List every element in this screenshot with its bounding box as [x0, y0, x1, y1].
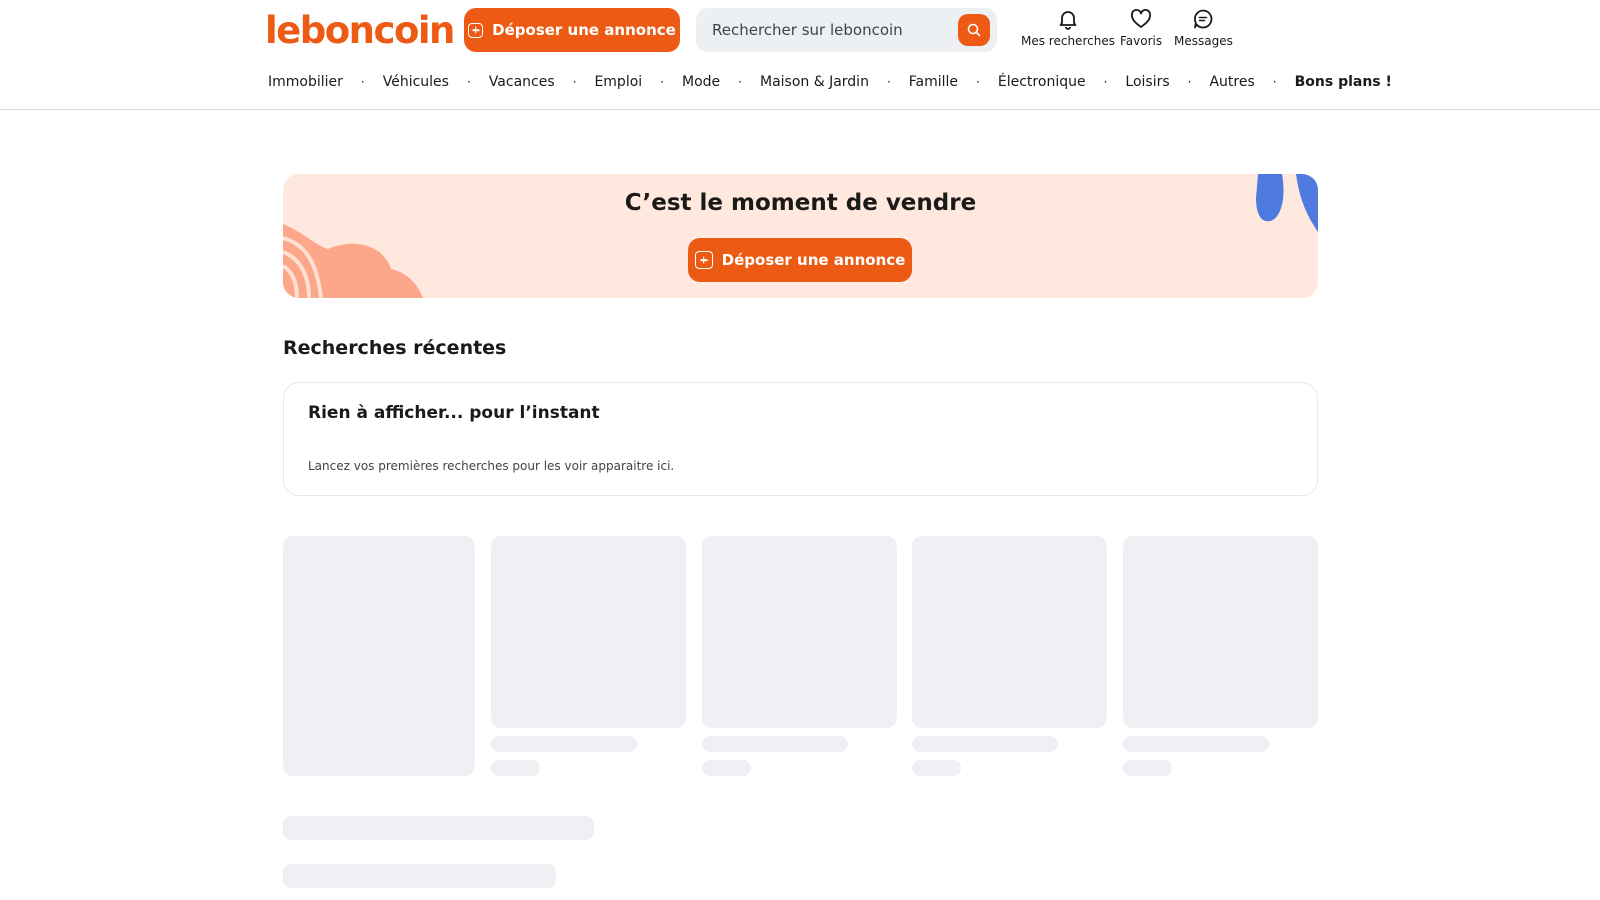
banner-post-ad-label: Déposer une annonce	[721, 251, 906, 269]
category-loisirs[interactable]: Loisirs	[1125, 74, 1169, 90]
empty-state-text: Lancez vos premières recherches pour les…	[308, 459, 675, 473]
separator-dot: ·	[660, 75, 664, 89]
banner-post-ad-button[interactable]: Déposer une annonce	[688, 238, 912, 282]
favorites-button[interactable]: Favoris	[1120, 8, 1162, 48]
skeleton-line	[702, 760, 751, 776]
category-vehicules[interactable]: Véhicules	[383, 74, 449, 90]
messages-label: Messages	[1174, 34, 1233, 48]
bell-icon	[1059, 11, 1077, 30]
banner-title: C’est le moment de vendre	[624, 190, 977, 216]
category-mode[interactable]: Mode	[682, 74, 720, 90]
empty-state-title: Rien à afficher... pour l’instant	[308, 403, 600, 423]
search-input[interactable]	[712, 21, 942, 39]
chat-icon	[1194, 9, 1213, 29]
post-ad-button[interactable]: Déposer une annonce	[464, 8, 680, 52]
skeleton-line	[912, 760, 961, 776]
skeleton-line	[491, 736, 637, 752]
separator-dot: ·	[572, 75, 577, 89]
skeleton-line	[491, 760, 540, 776]
separator-dot: ·	[1272, 75, 1277, 89]
separator-dot: ·	[466, 75, 471, 89]
skeleton-line	[702, 736, 848, 752]
category-nav: Immobilier · Véhicules · Vacances · Emploi ·…	[268, 74, 1392, 90]
sell-promo-banner: C’est le moment de vendre Déposer une an…	[283, 174, 1318, 298]
separator-dot: ·	[1103, 75, 1108, 89]
category-emploi[interactable]: Emploi	[594, 74, 642, 90]
heart-icon	[1131, 9, 1152, 28]
search-icon	[967, 23, 981, 37]
my-searches-button[interactable]: Mes recherches	[1021, 8, 1115, 48]
skeleton-heading	[283, 816, 594, 840]
category-immobilier[interactable]: Immobilier	[268, 74, 343, 90]
category-electronique[interactable]: Électronique	[998, 74, 1086, 90]
search-bar	[696, 8, 997, 52]
skeleton-card-image	[702, 536, 897, 728]
post-ad-button-label: Déposer une annonce	[492, 21, 676, 39]
category-maison-jardin[interactable]: Maison & Jardin	[760, 74, 869, 90]
category-autres[interactable]: Autres	[1209, 74, 1254, 90]
separator-dot: ·	[976, 75, 980, 89]
category-bons-plans[interactable]: Bons plans !	[1295, 74, 1392, 90]
plus-square-icon	[468, 22, 484, 38]
skeleton-line	[912, 736, 1058, 752]
recent-searches-title: Recherches récentes	[283, 337, 507, 359]
top-header: leboncoin Déposer une annonce Mes recher…	[0, 0, 1600, 110]
skeleton-card-large	[283, 536, 475, 776]
favorites-label: Favoris	[1120, 34, 1163, 48]
search-button[interactable]	[958, 14, 990, 46]
skeleton-card-image	[491, 536, 686, 728]
my-searches-label: Mes recherches	[1021, 34, 1115, 48]
skeleton-line	[1123, 736, 1269, 752]
skeleton-line	[1123, 760, 1172, 776]
skeleton-card-image	[1123, 536, 1318, 728]
plus-square-icon	[694, 251, 713, 269]
separator-dot: ·	[738, 75, 742, 89]
skeleton-card-image	[912, 536, 1107, 728]
category-famille[interactable]: Famille	[909, 74, 958, 90]
wave-decoration	[283, 224, 423, 298]
separator-dot: ·	[886, 75, 891, 89]
messages-button[interactable]: Messages	[1174, 8, 1233, 48]
skeleton-heading	[283, 864, 556, 888]
separator-dot: ·	[360, 75, 365, 89]
leboncoin-logo[interactable]: leboncoin	[265, 9, 455, 52]
category-vacances[interactable]: Vacances	[489, 74, 555, 90]
separator-dot: ·	[1187, 75, 1192, 89]
recent-searches-empty-card: Rien à afficher... pour l’instant Lancez…	[283, 382, 1318, 496]
